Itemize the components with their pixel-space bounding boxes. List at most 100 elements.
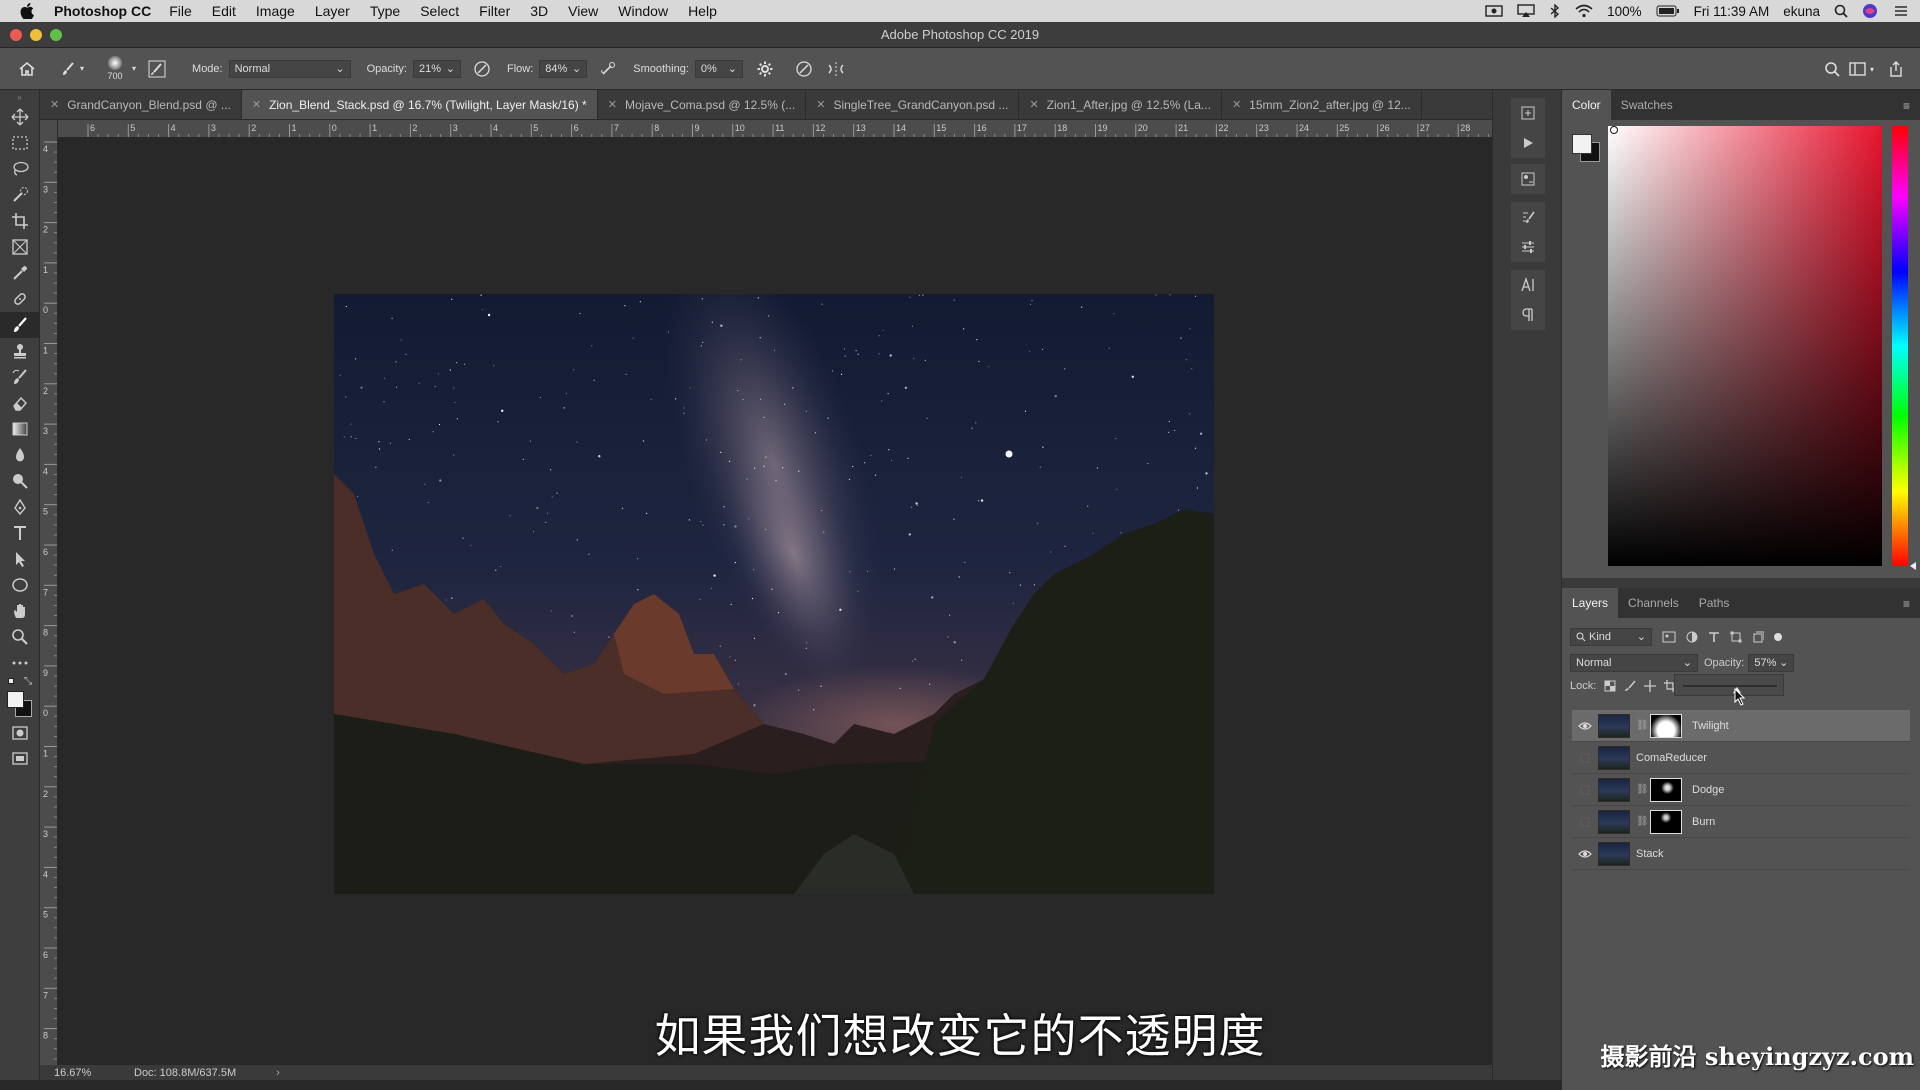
quick-mask-icon[interactable] xyxy=(0,720,40,746)
filter-toggle-icon[interactable] xyxy=(1774,633,1782,641)
collapse-tools-icon[interactable]: » xyxy=(0,90,39,104)
layer-thumbnail[interactable] xyxy=(1598,842,1630,866)
layer-filter-select[interactable]: Kind⌄ xyxy=(1570,628,1652,646)
tab-zion1-after[interactable]: ✕Zion1_After.jpg @ 12.5% (La... xyxy=(1019,90,1222,119)
hue-slider-handle[interactable] xyxy=(1910,562,1916,570)
adjustments-panel-icon[interactable] xyxy=(1511,232,1545,262)
layer-name[interactable]: ComaReducer xyxy=(1636,752,1707,764)
tool-preset-picker[interactable]: ▾ xyxy=(60,61,84,77)
filter-adjustment-icon[interactable] xyxy=(1686,631,1698,643)
menu-edit[interactable]: Edit xyxy=(212,3,236,19)
blur-tool-icon[interactable] xyxy=(0,442,40,468)
tab-grandcanyon-blend[interactable]: ✕GrandCanyon_Blend.psd @ ... xyxy=(40,90,242,119)
mask-link-icon[interactable]: ⛓ xyxy=(1636,784,1646,795)
layer-thumbnail[interactable] xyxy=(1598,746,1630,770)
close-tab-icon[interactable]: ✕ xyxy=(1029,98,1038,111)
user-name[interactable]: ekuna xyxy=(1783,4,1820,19)
pen-tool-icon[interactable] xyxy=(0,494,40,520)
layer-name[interactable]: Twilight xyxy=(1692,720,1729,732)
tab-layers[interactable]: Layers xyxy=(1562,588,1618,618)
ellipse-tool-icon[interactable] xyxy=(0,572,40,598)
menu-image[interactable]: Image xyxy=(256,3,295,19)
quick-selection-tool-icon[interactable] xyxy=(0,182,40,208)
color-picker-handle[interactable] xyxy=(1610,126,1618,134)
horizontal-ruler[interactable]: 6543210123456789101112131415161718192021… xyxy=(58,120,1492,138)
foreground-color-swatch[interactable] xyxy=(7,691,24,708)
flow-field[interactable]: 84%⌄ xyxy=(539,60,587,78)
status-arrow-icon[interactable]: › xyxy=(276,1067,280,1079)
saturation-brightness-field[interactable] xyxy=(1608,126,1882,566)
clock[interactable]: Fri 11:39 AM xyxy=(1694,4,1770,19)
history-panel-icon[interactable] xyxy=(1511,98,1545,128)
tab-paths[interactable]: Paths xyxy=(1689,588,1740,618)
marquee-tool-icon[interactable] xyxy=(0,130,40,156)
layer-name[interactable]: Burn xyxy=(1692,816,1715,828)
menu-layer[interactable]: Layer xyxy=(315,3,350,19)
milky-way-photo[interactable] xyxy=(334,294,1214,894)
tab-zion-blend-stack[interactable]: ✕Zion_Blend_Stack.psd @ 16.7% (Twilight,… xyxy=(242,90,598,119)
opacity-slider-track[interactable] xyxy=(1683,685,1777,687)
menu-select[interactable]: Select xyxy=(420,3,459,19)
screen-record-icon[interactable] xyxy=(1485,4,1503,18)
menu-file[interactable]: File xyxy=(169,3,192,19)
layer-mask-thumbnail[interactable] xyxy=(1650,778,1682,802)
brush-tool-icon[interactable] xyxy=(0,312,40,338)
character-panel-icon[interactable] xyxy=(1511,270,1545,300)
siri-icon[interactable] xyxy=(1862,3,1878,19)
healing-brush-tool-icon[interactable] xyxy=(0,286,40,312)
close-window-button[interactable] xyxy=(10,29,22,41)
tab-mojave-coma[interactable]: ✕Mojave_Coma.psd @ 12.5% (... xyxy=(598,90,806,119)
battery-icon[interactable] xyxy=(1656,5,1680,17)
panel-menu-icon[interactable]: ≡ xyxy=(1903,597,1910,611)
visibility-toggle[interactable] xyxy=(1572,753,1598,763)
tab-singletree-grandcanyon[interactable]: ✕SingleTree_GrandCanyon.psd ... xyxy=(806,90,1019,119)
default-colors-icon[interactable]: ⤡ xyxy=(0,676,39,688)
menu-3d[interactable]: 3D xyxy=(530,3,548,19)
color-swatches[interactable] xyxy=(0,688,39,720)
minimize-window-button[interactable] xyxy=(30,29,42,41)
paragraph-panel-icon[interactable] xyxy=(1511,300,1545,330)
frame-tool-icon[interactable] xyxy=(0,234,40,260)
pressure-opacity-icon[interactable] xyxy=(473,60,491,78)
layer-thumbnail[interactable] xyxy=(1598,778,1630,802)
menu-help[interactable]: Help xyxy=(688,3,717,19)
move-tool-icon[interactable] xyxy=(0,104,40,130)
mask-link-icon[interactable]: ⛓ xyxy=(1636,816,1646,827)
app-menu[interactable]: Photoshop CC xyxy=(54,3,151,19)
menu-window[interactable]: Window xyxy=(618,3,668,19)
hue-slider[interactable] xyxy=(1892,126,1908,566)
brush-settings-icon[interactable] xyxy=(148,60,166,78)
layer-row-dodge[interactable]: ⛓ Dodge xyxy=(1572,774,1910,806)
gradient-tool-icon[interactable] xyxy=(0,416,40,442)
share-icon[interactable] xyxy=(1888,60,1904,78)
filter-pixel-icon[interactable] xyxy=(1662,631,1676,643)
filter-shape-icon[interactable] xyxy=(1730,631,1742,643)
mode-select[interactable]: Normal⌄ xyxy=(229,60,351,78)
clone-stamp-tool-icon[interactable] xyxy=(0,338,40,364)
close-tab-icon[interactable]: ✕ xyxy=(816,98,825,111)
more-tools-icon[interactable] xyxy=(0,650,40,676)
color-panel-foreground-swatch[interactable] xyxy=(1572,134,1592,154)
visibility-toggle[interactable] xyxy=(1572,817,1598,827)
eyedropper-tool-icon[interactable] xyxy=(0,260,40,286)
visibility-toggle[interactable] xyxy=(1572,785,1598,795)
layer-name[interactable]: Dodge xyxy=(1692,784,1724,796)
screen-mode-icon[interactable] xyxy=(0,746,40,772)
notification-center-icon[interactable] xyxy=(1892,4,1908,18)
tab-swatches[interactable]: Swatches xyxy=(1611,90,1683,120)
filter-smart-object-icon[interactable] xyxy=(1752,631,1764,643)
layer-row-burn[interactable]: ⛓ Burn xyxy=(1572,806,1910,838)
tab-color[interactable]: Color xyxy=(1562,90,1611,120)
layer-row-stack[interactable]: Stack xyxy=(1572,838,1910,870)
airplay-icon[interactable] xyxy=(1517,4,1535,18)
symmetry-icon[interactable] xyxy=(827,60,845,78)
close-tab-icon[interactable]: ✕ xyxy=(1232,98,1241,111)
bluetooth-icon[interactable] xyxy=(1549,4,1561,18)
mask-link-icon[interactable]: ⛓ xyxy=(1636,720,1646,731)
wifi-icon[interactable] xyxy=(1575,4,1593,18)
zoom-tool-icon[interactable] xyxy=(0,624,40,650)
eraser-tool-icon[interactable] xyxy=(0,390,40,416)
airbrush-icon[interactable] xyxy=(599,60,617,78)
layer-opacity-field[interactable]: 57%⌄ xyxy=(1748,654,1794,672)
visibility-eye-icon[interactable] xyxy=(1572,721,1598,731)
